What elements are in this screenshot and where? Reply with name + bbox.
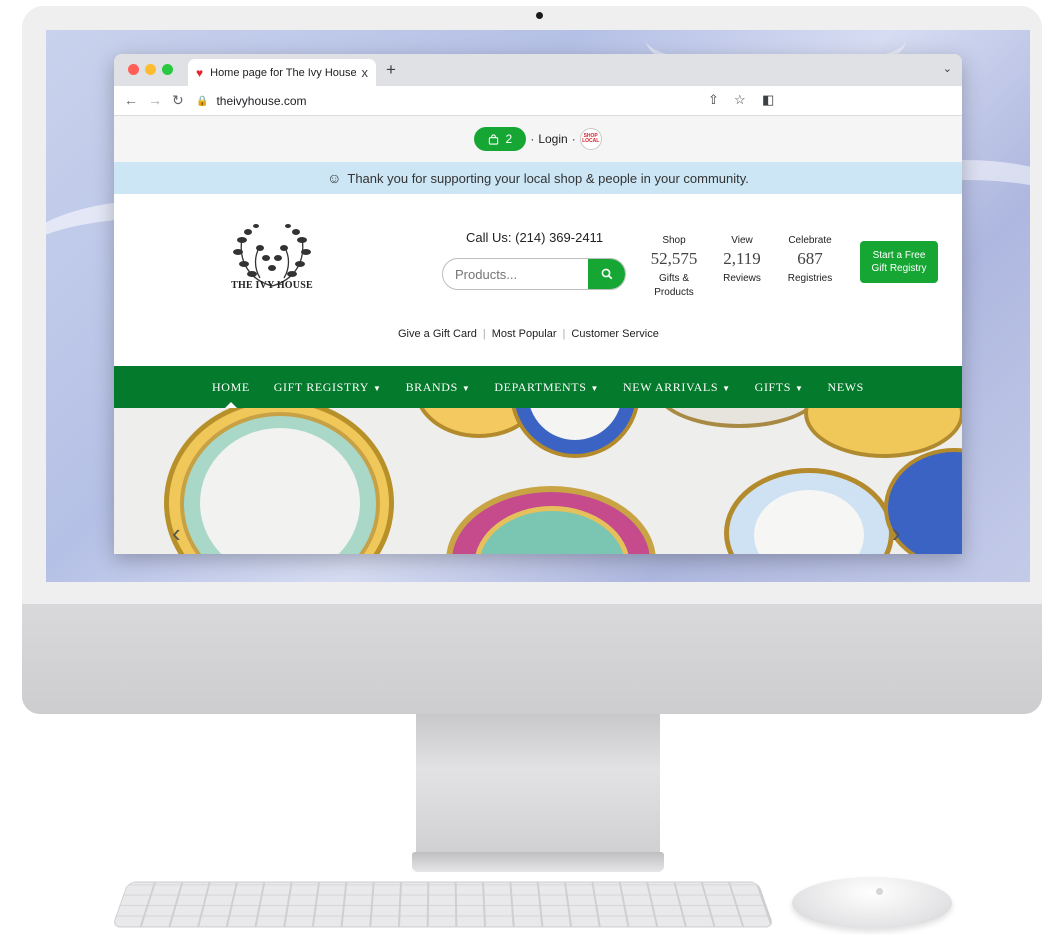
stat-caption: Gifts & Products bbox=[654, 273, 694, 298]
search-input[interactable] bbox=[455, 259, 585, 289]
cart-count: 2 bbox=[505, 132, 513, 146]
most-popular-link[interactable]: Most Popular bbox=[492, 328, 557, 340]
chevron-down-icon: ▼ bbox=[461, 383, 471, 393]
stat-number: 2,119 bbox=[723, 249, 761, 268]
new-tab-button[interactable]: + bbox=[386, 60, 396, 80]
imac-chin bbox=[22, 604, 1042, 714]
stat-number: 687 bbox=[797, 249, 823, 268]
cart-button[interactable]: 2 bbox=[474, 127, 527, 151]
search-icon bbox=[601, 268, 613, 280]
apple-logo-icon bbox=[876, 888, 883, 895]
separator-dot: · bbox=[571, 132, 576, 146]
chevron-down-icon[interactable]: ⌄ bbox=[943, 62, 952, 75]
minimize-window-button[interactable] bbox=[145, 64, 156, 75]
browser-tab[interactable]: ♥ Home page for The Ivy House x bbox=[188, 59, 376, 86]
stage: ♥ Home page for The Ivy House x + ⌄ ← → … bbox=[0, 0, 1042, 935]
maximize-window-button[interactable] bbox=[162, 64, 173, 75]
tab-title: Home page for The Ivy House bbox=[210, 66, 356, 79]
nav-label: DEPARTMENTS bbox=[494, 379, 587, 394]
nav-label: GIFT REGISTRY bbox=[273, 379, 370, 394]
stat-label: Shop bbox=[662, 235, 686, 246]
nav-label: GIFTS bbox=[754, 379, 792, 394]
stat-reviews[interactable]: View 2,119 Reviews bbox=[716, 235, 768, 286]
browser-window: ♥ Home page for The Ivy House x + ⌄ ← → … bbox=[114, 54, 962, 554]
chevron-down-icon: ▼ bbox=[795, 383, 804, 393]
chevron-down-icon: ▼ bbox=[722, 383, 731, 393]
nav-new-arrivals[interactable]: NEW ARRIVALS ▼ bbox=[623, 380, 731, 395]
start-gift-registry-button[interactable]: Start a Free Gift Registry bbox=[860, 241, 938, 283]
carousel-prev-icon[interactable]: ‹ bbox=[172, 518, 181, 549]
url-text: theivyhouse.com bbox=[216, 94, 307, 108]
top-strip: 2 · Login · SHOP LOCAL bbox=[114, 116, 962, 162]
login-link[interactable]: Login bbox=[538, 132, 567, 146]
chevron-down-icon: ▼ bbox=[590, 383, 600, 393]
stat-label: View bbox=[731, 235, 753, 246]
tab-bar: ♥ Home page for The Ivy House x + ⌄ bbox=[114, 54, 962, 86]
bookmark-star-icon[interactable]: ☆ bbox=[734, 92, 746, 108]
camera bbox=[536, 12, 543, 19]
cta-label: Start a Free Gift Registry bbox=[871, 250, 927, 274]
imac-stand-base bbox=[412, 852, 664, 872]
nav-departments[interactable]: DEPARTMENTS ▼ bbox=[494, 380, 599, 395]
mouse bbox=[792, 877, 952, 929]
smile-icon: ☺ bbox=[327, 170, 342, 186]
imac-stand bbox=[416, 714, 660, 854]
address-bar[interactable]: 🔒 theivyhouse.com bbox=[196, 90, 726, 112]
side-panel-icon[interactable]: ◧ bbox=[762, 92, 774, 108]
reload-icon[interactable]: ↻ bbox=[172, 92, 184, 109]
shop-local-badge[interactable]: SHOP LOCAL bbox=[579, 128, 602, 150]
main-navigation: HOME GIFT REGISTRY ▼ BRANDS ▼ DEPARTMENTS ▼… bbox=[114, 366, 962, 409]
stat-label: Celebrate bbox=[788, 235, 832, 246]
carousel-next-icon[interactable]: › bbox=[892, 518, 901, 549]
nav-news[interactable]: NEWS bbox=[828, 380, 864, 395]
plate-image bbox=[654, 408, 824, 428]
separator-dot: · bbox=[530, 132, 535, 146]
stat-caption: Registries bbox=[787, 273, 833, 284]
shopping-bag-icon bbox=[489, 133, 499, 145]
heart-icon: ♥ bbox=[196, 65, 204, 80]
stat-number: 52,575 bbox=[650, 249, 698, 268]
nav-label: BRANDS bbox=[405, 379, 458, 394]
nav-label: NEWS bbox=[827, 379, 864, 394]
promo-banner: ☺ Thank you for supporting your local sh… bbox=[114, 162, 962, 194]
back-arrow-icon[interactable]: ← bbox=[124, 92, 138, 108]
customer-service-link[interactable]: Customer Service bbox=[571, 328, 658, 340]
gift-card-link[interactable]: Give a Gift Card bbox=[398, 328, 477, 340]
browser-toolbar: ← → ↻ 🔒 theivyhouse.com ⇧ ☆ ◧ bbox=[114, 86, 962, 116]
divider: | bbox=[482, 328, 486, 340]
divider: | bbox=[562, 328, 566, 340]
chevron-down-icon: ▼ bbox=[373, 383, 382, 393]
forward-arrow-icon[interactable]: → bbox=[148, 92, 162, 108]
banner-text: Thank you for supporting your local shop… bbox=[347, 170, 749, 186]
site-header: THE IVY HOUSE Call Us: (214) 369-2411 Sh… bbox=[114, 194, 962, 366]
keyboard bbox=[111, 881, 775, 928]
search-button[interactable] bbox=[588, 259, 625, 289]
website: 2 · Login · SHOP LOCAL ☺ Thank you for s… bbox=[114, 116, 962, 554]
search-box bbox=[442, 258, 626, 290]
stat-products[interactable]: Shop 52,575 Gifts & Products bbox=[644, 235, 704, 300]
stat-registries[interactable]: Celebrate 687 Registries bbox=[782, 235, 838, 286]
nav-gift-registry[interactable]: GIFT REGISTRY ▼ bbox=[274, 380, 382, 395]
logo-text[interactable]: THE IVY HOUSE bbox=[214, 280, 330, 291]
close-window-button[interactable] bbox=[128, 64, 139, 75]
share-icon[interactable]: ⇧ bbox=[708, 92, 719, 108]
stat-caption: Reviews bbox=[723, 273, 761, 284]
nav-brands[interactable]: BRANDS ▼ bbox=[406, 380, 471, 395]
nav-gifts[interactable]: GIFTS ▼ bbox=[755, 380, 804, 395]
nav-label: HOME bbox=[212, 379, 250, 394]
hero-carousel: ‹ › bbox=[114, 408, 962, 554]
tab-close-button[interactable]: x bbox=[362, 65, 369, 80]
nav-home[interactable]: HOME bbox=[212, 379, 250, 409]
utility-links: Give a Gift Card | Most Popular | Custom… bbox=[398, 328, 659, 340]
lock-icon: 🔒 bbox=[196, 95, 209, 107]
phone-number[interactable]: Call Us: (214) 369-2411 bbox=[466, 230, 603, 245]
nav-label: NEW ARRIVALS bbox=[623, 379, 719, 394]
